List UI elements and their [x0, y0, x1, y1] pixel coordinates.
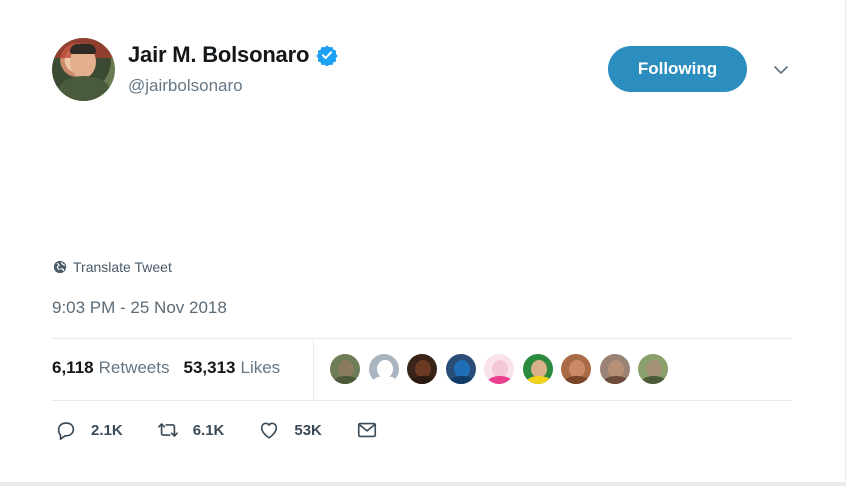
author-name-row: Jair M. Bolsonaro	[128, 42, 338, 68]
heart-icon	[261, 422, 278, 439]
translate-tweet-link[interactable]: Translate Tweet	[53, 259, 172, 275]
liker-avatars	[329, 353, 676, 385]
like-count: 53K	[294, 421, 322, 439]
likes-count[interactable]: 53,313	[183, 358, 235, 378]
liker-avatar[interactable]	[329, 353, 361, 385]
likes-label[interactable]: Likes	[240, 358, 280, 378]
tweet-stats: 6,118 Retweets 53,313 Likes	[52, 358, 294, 378]
chevron-down-icon[interactable]	[771, 60, 791, 80]
liker-avatar[interactable]	[560, 353, 592, 385]
retweets-label[interactable]: Retweets	[99, 358, 170, 378]
liker-avatar[interactable]	[637, 353, 669, 385]
like-button[interactable]: 53K	[258, 419, 322, 441]
direct-message-button[interactable]	[356, 419, 378, 441]
author-avatar[interactable]	[52, 38, 115, 101]
retweet-icon	[157, 423, 178, 437]
liker-avatar[interactable]	[444, 353, 477, 385]
retweets-count[interactable]: 6,118	[52, 358, 94, 378]
reply-icon	[57, 422, 75, 440]
translate-tweet-label: Translate Tweet	[73, 259, 172, 275]
retweet-button[interactable]: 6.1K	[157, 419, 225, 441]
author-display-name[interactable]: Jair M. Bolsonaro	[128, 42, 309, 68]
liker-avatar[interactable]	[598, 353, 631, 385]
tweet-header: Jair M. Bolsonaro @jairbolsonaro Followi…	[52, 38, 845, 104]
envelope-icon	[357, 422, 376, 438]
liker-avatar[interactable]	[483, 353, 515, 385]
stats-separator	[313, 339, 314, 400]
liker-avatar[interactable]	[367, 353, 400, 385]
liker-avatar[interactable]	[406, 353, 438, 385]
retweet-count: 6.1K	[192, 421, 225, 439]
reply-count: 2.1K	[91, 421, 123, 439]
following-button[interactable]: Following	[608, 46, 747, 92]
verified-badge-icon	[316, 45, 338, 66]
reply-button[interactable]: 2.1K	[55, 419, 123, 441]
divider	[52, 400, 792, 401]
globe-icon	[53, 260, 67, 274]
author-handle[interactable]: @jairbolsonaro	[128, 76, 243, 96]
tweet-timestamp[interactable]: 9:03 PM - 25 Nov 2018	[52, 298, 227, 318]
divider	[52, 338, 792, 339]
tweet-card: Jair M. Bolsonaro @jairbolsonaro Followi…	[0, 0, 846, 482]
tweet-actions: 2.1K 6.1K 53K	[55, 419, 412, 441]
liker-avatar[interactable]	[521, 353, 554, 385]
